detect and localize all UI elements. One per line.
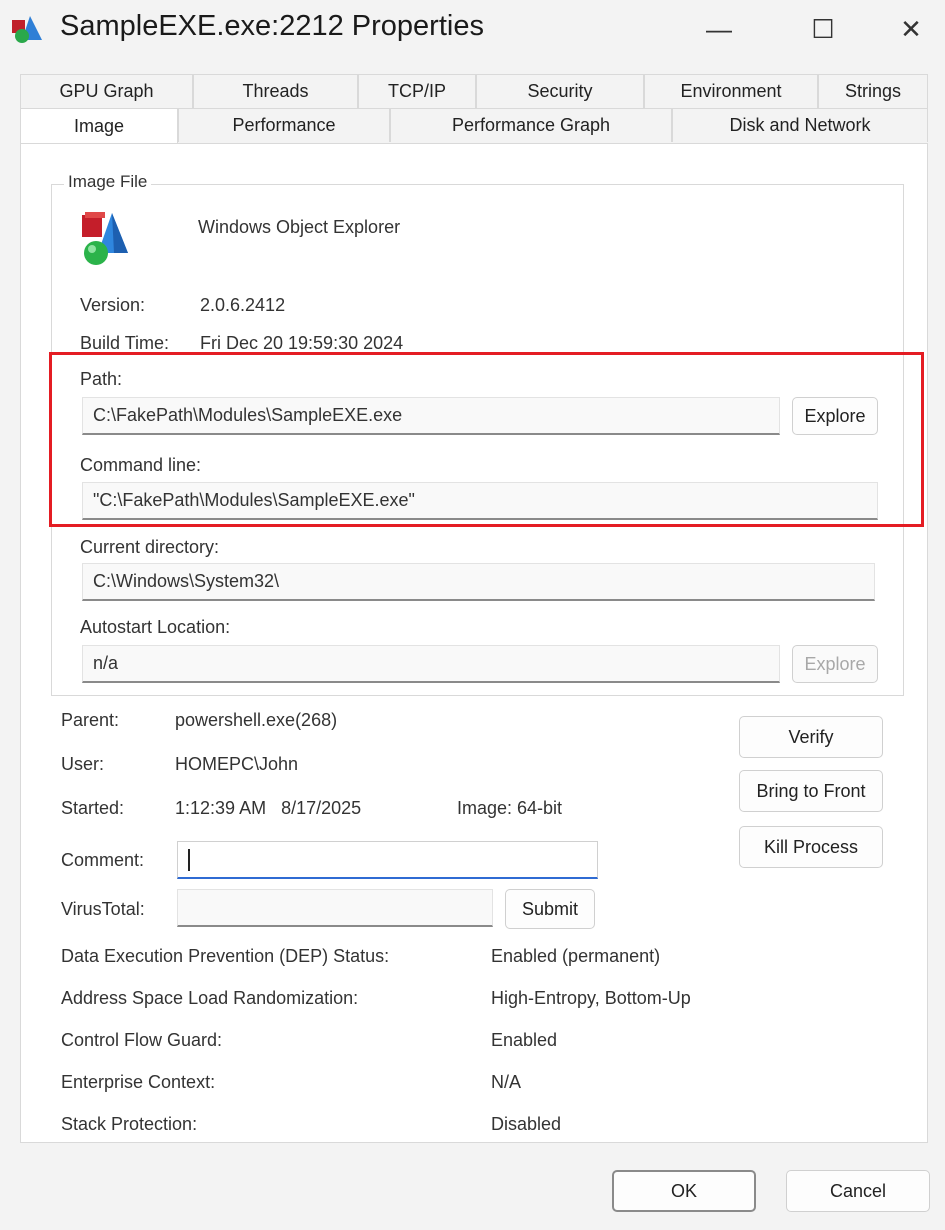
bring-to-front-button[interactable]: Bring to Front (739, 770, 883, 812)
tab-row-bottom: Image Performance Performance Graph Disk… (20, 108, 928, 144)
verify-button[interactable]: Verify (739, 716, 883, 758)
enterprise-context-value: N/A (491, 1072, 522, 1092)
virustotal-field[interactable] (177, 889, 493, 927)
control-flow-guard-value: Enabled (491, 1030, 558, 1050)
image-tab-panel: Image File Windows Object Explorer Versi… (20, 143, 928, 1143)
control-flow-guard-label: Control Flow Guard: (61, 1030, 223, 1050)
version-label: Version: (80, 295, 146, 315)
title-bar[interactable]: SampleEXE.exe:2212 Properties — ☐ ✕ (0, 0, 945, 58)
close-icon: ✕ (900, 13, 922, 44)
submit-button[interactable]: Submit (505, 889, 595, 929)
parent-label: Parent: (61, 710, 120, 730)
image-file-group-label: Image File (64, 172, 152, 192)
minimize-icon: — (706, 13, 732, 44)
tab-environment[interactable]: Environment (644, 74, 818, 108)
current-directory-field[interactable]: C:\Windows\System32\ (82, 563, 875, 601)
window-title: SampleEXE.exe:2212 Properties (60, 10, 484, 42)
tab-row-top: GPU Graph Threads TCP/IP Security Enviro… (20, 74, 928, 108)
exe-icon (82, 212, 128, 265)
aslr-value: High-Entropy, Bottom-Up (491, 988, 691, 1008)
ok-button[interactable]: OK (612, 1170, 756, 1212)
enterprise-context-label: Enterprise Context: (61, 1072, 216, 1092)
aslr-label: Address Space Load Randomization: (61, 988, 359, 1008)
parent-value: powershell.exe(268) (175, 710, 338, 730)
close-button[interactable]: ✕ (880, 0, 942, 58)
build-time-value: Fri Dec 20 19:59:30 2024 (200, 333, 404, 353)
comment-input[interactable] (177, 841, 598, 879)
maximize-button[interactable]: ☐ (792, 0, 854, 58)
user-value: HOMEPC\John (175, 754, 299, 774)
image-description: Windows Object Explorer (198, 217, 401, 237)
properties-window: SampleEXE.exe:2212 Properties — ☐ ✕ GPU … (0, 0, 945, 1230)
text-caret (188, 849, 190, 871)
virustotal-label: VirusTotal: (61, 899, 145, 919)
tab-performance-graph[interactable]: Performance Graph (390, 108, 672, 142)
tab-tcpip[interactable]: TCP/IP (358, 74, 476, 108)
tab-image[interactable]: Image (20, 108, 178, 144)
version-value: 2.0.6.2412 (200, 295, 286, 315)
started-value: 1:12:39 AM 8/17/2025 (175, 798, 362, 818)
stack-protection-value: Disabled (491, 1114, 562, 1134)
tab-gpu-graph[interactable]: GPU Graph (20, 74, 193, 108)
user-label: User: (61, 754, 105, 774)
tab-threads[interactable]: Threads (193, 74, 358, 108)
stack-protection-label: Stack Protection: (61, 1114, 198, 1134)
cancel-button[interactable]: Cancel (786, 1170, 930, 1212)
started-label: Started: (61, 798, 125, 818)
image-bitness: Image: 64-bit (457, 798, 563, 818)
current-directory-label: Current directory: (80, 537, 220, 557)
dep-status-label: Data Execution Prevention (DEP) Status: (61, 946, 390, 966)
autostart-location-field[interactable]: n/a (82, 645, 780, 683)
tab-security[interactable]: Security (476, 74, 644, 108)
autostart-explore-button[interactable]: Explore (792, 645, 878, 683)
autostart-location-label: Autostart Location: (80, 617, 231, 637)
kill-process-button[interactable]: Kill Process (739, 826, 883, 868)
build-time-label: Build Time: (80, 333, 170, 353)
tab-strings[interactable]: Strings (818, 74, 928, 108)
tab-disk-and-network[interactable]: Disk and Network (672, 108, 928, 142)
highlight-annotation (49, 352, 924, 527)
minimize-button[interactable]: — (688, 0, 750, 58)
app-icon (12, 16, 42, 43)
comment-label: Comment: (61, 850, 145, 870)
tab-performance[interactable]: Performance (178, 108, 390, 142)
dep-status-value: Enabled (permanent) (491, 946, 661, 966)
maximize-icon: ☐ (811, 13, 835, 44)
